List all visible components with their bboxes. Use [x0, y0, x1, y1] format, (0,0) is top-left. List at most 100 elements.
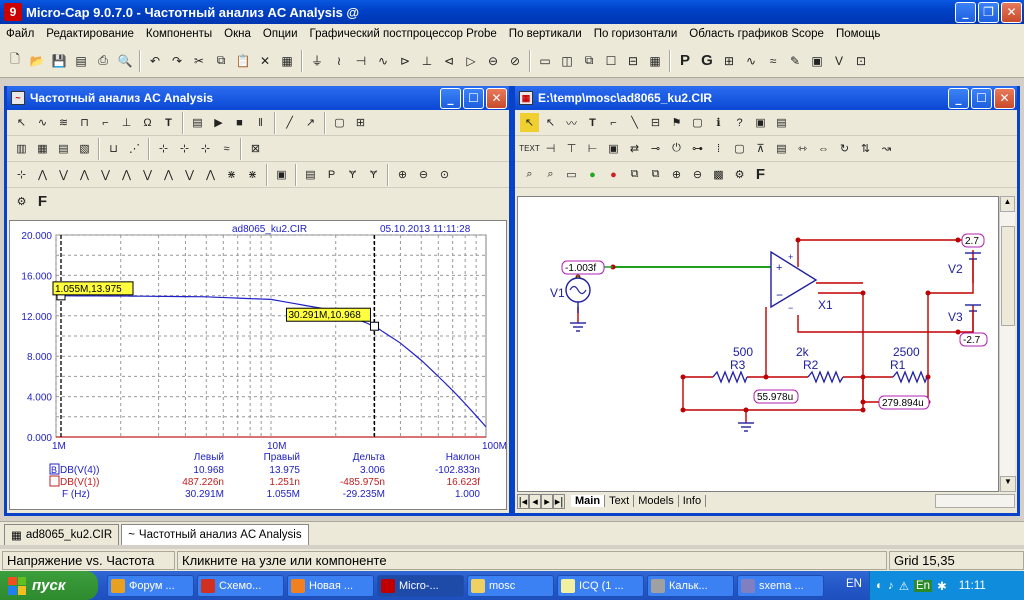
camera-icon[interactable]: ▩: [709, 165, 728, 184]
print-icon[interactable]: ⎙: [93, 51, 113, 71]
schematic-minimize-button[interactable]: _: [948, 87, 969, 109]
zoom-fit-icon[interactable]: ⊙: [435, 165, 454, 184]
point-icon[interactable]: ⋇: [222, 165, 241, 184]
menu-item-9[interactable]: Помощь: [830, 28, 886, 40]
cursor-low-icon[interactable]: ≈: [217, 139, 236, 158]
npn-icon[interactable]: ⊲: [439, 51, 459, 71]
cursor-peak-icon[interactable]: ⊹: [154, 139, 173, 158]
peak-icon[interactable]: ⊹: [12, 165, 31, 184]
slope-icon[interactable]: ⋀: [117, 165, 136, 184]
help-icon[interactable]: ?: [730, 113, 749, 132]
clear-cursor-icon[interactable]: ⊠: [246, 139, 265, 158]
font-icon[interactable]: F: [33, 192, 52, 211]
run-icon[interactable]: ▶: [209, 113, 228, 132]
global-high-icon[interactable]: ⋁: [138, 165, 157, 184]
grid-icon[interactable]: ⊞: [719, 51, 739, 71]
shape-icon[interactable]: ▢: [688, 113, 707, 132]
grid-minor-icon[interactable]: ▧: [75, 139, 94, 158]
line-end-icon[interactable]: ↗: [301, 113, 320, 132]
power-icon[interactable]: ▣: [604, 139, 623, 158]
zoom-box-icon[interactable]: ⊡: [851, 51, 871, 71]
ground-icon[interactable]: ⏚: [307, 51, 327, 71]
schematic-horizontal-scrollbar[interactable]: [935, 494, 1015, 508]
tray-language-icon[interactable]: En: [914, 579, 933, 592]
menu-item-1[interactable]: Редактирование: [40, 28, 140, 40]
prev-tab-icon[interactable]: ◂: [529, 493, 541, 509]
grid-medium-icon[interactable]: ▦: [33, 139, 52, 158]
cut-icon[interactable]: ✂: [189, 51, 209, 71]
font-icon[interactable]: F: [751, 165, 770, 184]
info-icon[interactable]: ℹ: [709, 113, 728, 132]
wire-icon[interactable]: 〰: [562, 113, 581, 132]
chip-icon[interactable]: ▣: [807, 51, 827, 71]
cursor-valley-icon[interactable]: ⊹: [175, 139, 194, 158]
start-button[interactable]: пуск: [0, 571, 98, 600]
text-icon[interactable]: T: [159, 113, 178, 132]
text-mode-icon[interactable]: TEXT: [519, 139, 539, 158]
cursor-high-icon[interactable]: ⊹: [196, 139, 215, 158]
title-icon[interactable]: ⊼: [751, 139, 770, 158]
plot-area[interactable]: ad8065_ku2.CIR 05.10.2013 11:11:28 20.00…: [9, 220, 507, 510]
frame-icon[interactable]: ▢: [330, 113, 349, 132]
first-tab-icon[interactable]: |◂: [517, 493, 529, 509]
scatter-icon[interactable]: ⋰: [125, 139, 144, 158]
wave-icon[interactable]: ∿: [741, 51, 761, 71]
probe-g-icon[interactable]: G: [697, 51, 717, 71]
zoom-out-icon[interactable]: ⊖: [688, 165, 707, 184]
opamp-icon[interactable]: ▷: [461, 51, 481, 71]
document-tab-1[interactable]: ~ Частотный анализ AC Analysis: [121, 524, 309, 545]
schematic-tab-models[interactable]: Models: [634, 495, 679, 507]
low-icon[interactable]: ⋀: [75, 165, 94, 184]
zoom-out-icon[interactable]: ⊖: [414, 165, 433, 184]
analysis-close-button[interactable]: ✕: [486, 87, 507, 109]
restore-button[interactable]: ❐: [978, 1, 999, 23]
component-icon[interactable]: ▤: [772, 113, 791, 132]
taskbar-item-3[interactable]: Micro-...: [377, 574, 464, 597]
grid-coarse-icon[interactable]: ▤: [54, 139, 73, 158]
zoom-in-icon[interactable]: ⊕: [393, 165, 412, 184]
high-icon[interactable]: ⋁: [54, 165, 73, 184]
analysis-minimize-button[interactable]: _: [440, 87, 461, 109]
pointer-icon[interactable]: ↖: [541, 113, 560, 132]
mirror-icon[interactable]: ⇔: [814, 139, 833, 158]
source-icon[interactable]: ⊖: [483, 51, 503, 71]
table-icon[interactable]: ▤: [301, 165, 320, 184]
diode-icon[interactable]: ⊳: [395, 51, 415, 71]
bottom-icon[interactable]: ⋀: [201, 165, 220, 184]
label-y-icon[interactable]: Ɏ: [364, 165, 383, 184]
network-icon[interactable]: ◐: [876, 580, 883, 592]
resistor-icon[interactable]: ≀: [329, 51, 349, 71]
step-icon[interactable]: ↝: [877, 139, 896, 158]
text-icon[interactable]: T: [583, 113, 602, 132]
align-icon[interactable]: ⊥: [117, 113, 136, 132]
taskbar-item-4[interactable]: mosc: [467, 574, 554, 597]
select-arrow-icon[interactable]: ↖: [520, 113, 539, 132]
battery-icon[interactable]: ⊥: [417, 51, 437, 71]
line-icon[interactable]: ╱: [280, 113, 299, 132]
menu-item-2[interactable]: Компоненты: [140, 28, 218, 40]
app-title-bar[interactable]: 9 Micro-Cap 9.0.7.0 - Частотный анализ A…: [0, 0, 1024, 24]
probe-p-icon[interactable]: P: [675, 51, 695, 71]
calculator-icon[interactable]: ▦: [645, 51, 665, 71]
bus-icon[interactable]: ⊟: [646, 113, 665, 132]
schematic-tab-text[interactable]: Text: [605, 495, 635, 507]
currents-icon[interactable]: ⊢: [583, 139, 602, 158]
redo-icon[interactable]: ↷: [167, 51, 187, 71]
wand-icon[interactable]: ✎: [785, 51, 805, 71]
axis-icon[interactable]: ⊔: [104, 139, 123, 158]
schematic-maximize-button[interactable]: ☐: [971, 87, 992, 109]
print-preview-icon[interactable]: 🔍: [115, 51, 135, 71]
save-all-icon[interactable]: ▤: [71, 51, 91, 71]
new-file-icon[interactable]: 🗋: [5, 51, 25, 71]
pin-icon[interactable]: ⊸: [646, 139, 665, 158]
pin-connections-icon[interactable]: ⊶: [688, 139, 707, 158]
language-indicator[interactable]: EN: [846, 578, 862, 590]
select-arrow-icon[interactable]: ↖: [12, 113, 31, 132]
flip-x-icon[interactable]: ⇿: [793, 139, 812, 158]
grid-icon[interactable]: ⊞: [351, 113, 370, 132]
capacitor-icon[interactable]: ⊣: [351, 51, 371, 71]
cursor-marker-1[interactable]: [369, 321, 379, 331]
rotate-icon[interactable]: ↻: [835, 139, 854, 158]
grid-fine-icon[interactable]: ▥: [12, 139, 31, 158]
taskbar-item-7[interactable]: sxema ...: [737, 574, 824, 597]
